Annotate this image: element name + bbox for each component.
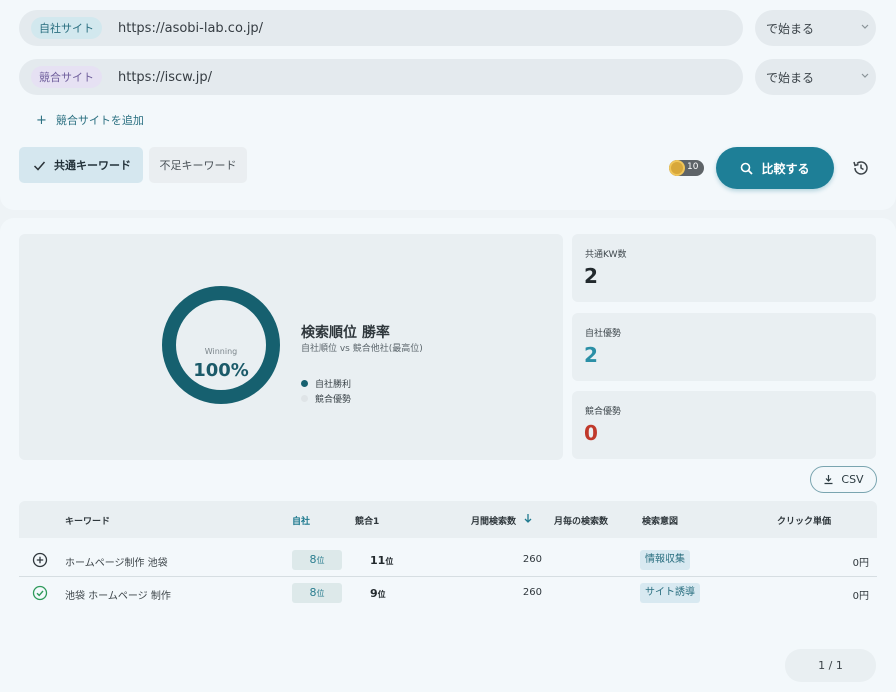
stat-label: 競合優勢	[585, 407, 622, 417]
table-row: 池袋 ホームページ 制作 8位 9位 260 サイト誘導 0円	[19, 576, 877, 610]
win-rate-subtitle: 自社順位 vs 競合他社(最高位)	[301, 344, 423, 354]
rank-suffix: 位	[377, 590, 386, 599]
results-panel: Winning 100% 検索順位 勝率 自社順位 vs 競合他社(最高位) 自…	[0, 218, 896, 692]
table-header: キーワード 自社 競合1 月間検索数 月毎の検索数 検索意図 クリック単価	[19, 501, 877, 538]
chevron-down-icon	[861, 73, 869, 78]
search-icon	[741, 162, 754, 175]
history-icon[interactable]	[851, 158, 871, 178]
th-volume-label: 月間検索数	[471, 517, 517, 527]
cpc-cell: 0円	[852, 558, 869, 569]
credit-badge: 10	[669, 160, 704, 176]
th-cpc[interactable]: クリック単価	[777, 514, 831, 527]
tab-common-label: 共通キーワード	[54, 159, 131, 172]
legend-dot	[301, 395, 308, 402]
legend-own-win-label: 自社勝利	[315, 380, 352, 390]
competitor-site-url[interactable]: https://iscw.jp/	[118, 70, 212, 85]
stat-competitor-advantage: 競合優勢 0	[572, 391, 876, 459]
th-own[interactable]: 自社	[292, 514, 310, 527]
legend-comp-win-label: 競合優勢	[315, 395, 352, 405]
rank-suffix: 位	[385, 557, 394, 566]
coin-icon	[669, 160, 685, 176]
win-rate-card: Winning 100% 検索順位 勝率 自社順位 vs 競合他社(最高位) 自…	[19, 234, 563, 460]
stat-label: 自社優勢	[585, 329, 622, 339]
arrow-down-icon	[524, 514, 532, 523]
donut-label: Winning	[204, 347, 238, 356]
tab-common-keywords[interactable]: 共通キーワード	[19, 147, 143, 183]
own-site-match-select[interactable]: で始まる	[755, 10, 876, 46]
own-site-match-value: で始まる	[766, 21, 815, 36]
csv-download-button[interactable]: CSV	[810, 466, 877, 493]
win-rate-value: 100%	[193, 360, 249, 381]
own-site-url-field[interactable]: 自社サイト https://asobi-lab.co.jp/	[19, 10, 743, 46]
stat-value: 0	[584, 421, 598, 445]
competitor-rank-value: 9	[370, 587, 378, 600]
win-rate-donut	[162, 286, 280, 404]
tab-missing-label: 不足キーワード	[159, 159, 237, 172]
check-icon	[33, 161, 46, 171]
cpc-cell: 0円	[852, 591, 869, 602]
rank-suffix: 位	[316, 556, 325, 565]
rank-suffix: 位	[316, 589, 325, 598]
win-rate-title: 検索順位 勝率	[301, 325, 390, 341]
own-rank-cell: 8位	[292, 550, 342, 570]
own-rank-cell: 8位	[292, 583, 342, 603]
th-volume[interactable]: 月間検索数	[471, 514, 532, 527]
download-icon	[824, 475, 833, 485]
legend-dot	[301, 380, 308, 387]
check-circle-icon[interactable]	[32, 585, 48, 601]
th-intent[interactable]: 検索意図	[642, 514, 678, 527]
stat-value: 2	[584, 343, 598, 367]
credit-count: 10	[687, 162, 699, 172]
stat-own-advantage: 自社優勢 2	[572, 313, 876, 381]
th-monthly[interactable]: 月毎の検索数	[554, 514, 608, 527]
keyword-cell: ホームページ制作 池袋	[65, 558, 168, 569]
intent-badge: サイト誘導	[640, 583, 700, 603]
stat-value: 2	[584, 264, 598, 288]
chevron-down-icon	[861, 24, 869, 29]
own-rank-value: 8	[309, 586, 317, 599]
stat-common-keywords: 共通KW数 2	[572, 234, 876, 302]
th-keyword[interactable]: キーワード	[65, 514, 110, 527]
compare-label: 比較する	[761, 161, 810, 176]
competitor-rank-value: 11	[370, 554, 386, 567]
competitor-site-match-value: で始まる	[766, 70, 815, 85]
add-competitor-label: 競合サイトを追加	[55, 114, 144, 127]
volume-cell: 260	[522, 587, 542, 598]
competitor-site-tag: 競合サイト	[31, 66, 102, 88]
table-row: ホームページ制作 池袋 8位 11位 260 情報収集 0円	[19, 543, 877, 577]
intent-badge: 情報収集	[640, 550, 690, 570]
keyword-cell: 池袋 ホームページ 制作	[65, 591, 171, 602]
own-site-tag: 自社サイト	[31, 17, 102, 39]
add-competitor-button[interactable]: + 競合サイトを追加	[36, 112, 144, 128]
competitor-site-url-field[interactable]: 競合サイト https://iscw.jp/	[19, 59, 743, 95]
stat-label: 共通KW数	[585, 250, 627, 260]
legend-comp-win: 競合優勢	[301, 392, 351, 405]
own-site-url[interactable]: https://asobi-lab.co.jp/	[118, 21, 263, 36]
competitor-site-match-select[interactable]: で始まる	[755, 59, 876, 95]
compare-button[interactable]: 比較する	[716, 147, 834, 189]
own-rank-value: 8	[309, 553, 317, 566]
tab-missing-keywords[interactable]: 不足キーワード	[149, 147, 247, 183]
volume-cell: 260	[522, 554, 542, 565]
competitor-rank-cell: 9位	[370, 587, 386, 600]
plus-icon: +	[36, 112, 47, 128]
pagination[interactable]: 1 / 1	[785, 649, 876, 682]
competitor-rank-cell: 11位	[370, 554, 393, 567]
th-competitor[interactable]: 競合1	[355, 514, 379, 527]
plus-circle-icon[interactable]	[32, 552, 48, 568]
search-panel: 自社サイト https://asobi-lab.co.jp/ で始まる 競合サイ…	[0, 0, 896, 210]
legend-own-win: 自社勝利	[301, 377, 351, 390]
csv-label: CSV	[841, 473, 864, 486]
